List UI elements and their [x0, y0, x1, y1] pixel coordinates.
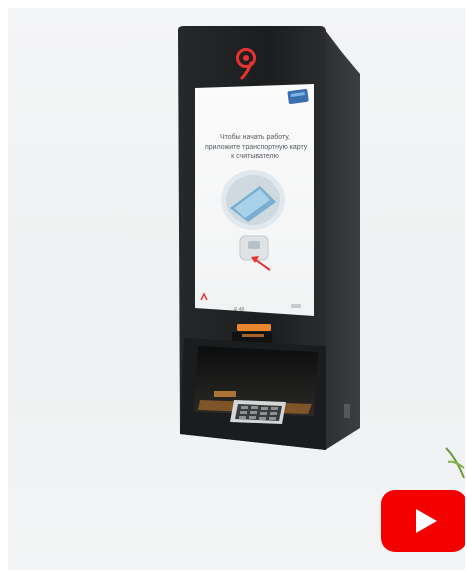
- kiosk-illustration: [178, 26, 360, 450]
- screen-line-3: к считывателю: [231, 153, 279, 160]
- video-play-button[interactable]: [381, 490, 465, 552]
- youtube-play-icon: [416, 509, 437, 533]
- screen-price: ₽ 48: [234, 307, 245, 313]
- kiosk-screen-message: Чтобы начать работу, приложите транспорт…: [205, 133, 308, 162]
- transport-card-icon: [287, 88, 309, 105]
- screen-line-1: Чтобы начать работу,: [219, 134, 291, 141]
- screen-line-2: приложите транспортную карту: [205, 143, 308, 151]
- pin-pad-icon: [230, 400, 286, 424]
- plant-leaf-icon: [445, 447, 465, 478]
- product-photo: Чтобы начать работу, приложите транспорт…: [8, 8, 465, 570]
